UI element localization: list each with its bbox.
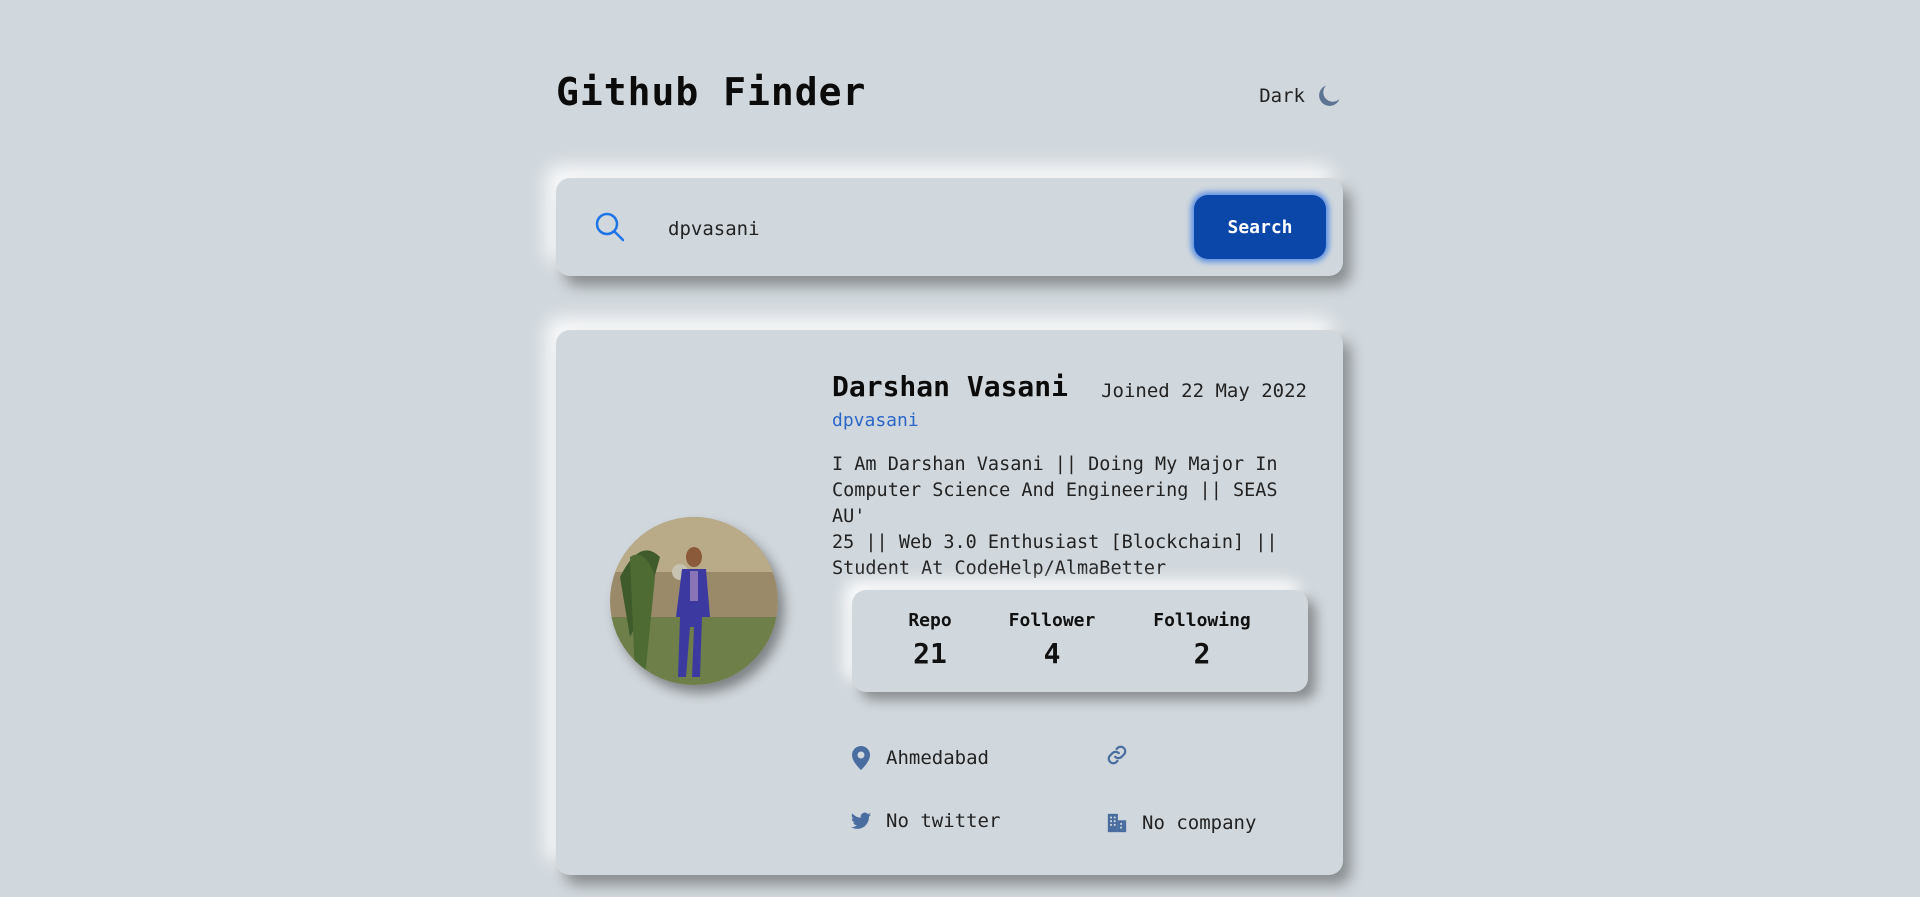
- stat-follower: Follower 4: [1009, 610, 1096, 670]
- theme-toggle-label: Dark: [1259, 85, 1305, 107]
- building-icon: [1107, 813, 1127, 833]
- moon-icon: [1319, 85, 1340, 106]
- stat-repo-label: Repo: [908, 610, 952, 631]
- search-button[interactable]: Search: [1194, 195, 1326, 259]
- twitter-item: No twitter: [850, 808, 1000, 834]
- stats-panel: Repo 21 Follower 4 Following 2: [852, 590, 1308, 692]
- avatar-image: [610, 517, 778, 685]
- search-input[interactable]: [666, 208, 1120, 250]
- stat-following-label: Following: [1153, 610, 1251, 631]
- location-pin-icon: [852, 746, 870, 770]
- stat-follower-value: 4: [1043, 637, 1061, 670]
- search-bar: Search: [556, 178, 1343, 276]
- profile-card: Darshan Vasani Joined 22 May 2022 dpvasa…: [556, 330, 1343, 875]
- twitter-text: No twitter: [886, 810, 1001, 832]
- theme-toggle[interactable]: Dark: [1259, 82, 1343, 110]
- profile-bio: I Am Darshan Vasani || Doing My Major In…: [832, 454, 1278, 579]
- profile-name: Darshan Vasani: [832, 370, 1069, 403]
- stat-following-value: 2: [1193, 637, 1211, 670]
- stat-repo: Repo 21: [908, 610, 951, 670]
- company-text: No company: [1142, 812, 1257, 834]
- stat-repo-value: 21: [913, 637, 947, 670]
- avatar: [610, 517, 778, 685]
- stat-follower-label: Follower: [1008, 610, 1096, 631]
- profile-login-link[interactable]: dpvasani: [832, 410, 919, 431]
- joined-date: Joined 22 May 2022: [1101, 380, 1307, 402]
- stat-following: Following 2: [1153, 610, 1251, 670]
- page-title: Github Finder: [556, 70, 867, 114]
- website-item[interactable]: [1106, 742, 1142, 768]
- location-item: Ahmedabad: [850, 745, 989, 771]
- twitter-icon: [850, 812, 872, 829]
- company-item: No company: [1106, 810, 1256, 836]
- search-icon: [595, 212, 625, 242]
- location-text: Ahmedabad: [886, 747, 989, 769]
- link-icon: [1107, 745, 1127, 765]
- app-container: Github Finder Dark Search: [556, 0, 1343, 897]
